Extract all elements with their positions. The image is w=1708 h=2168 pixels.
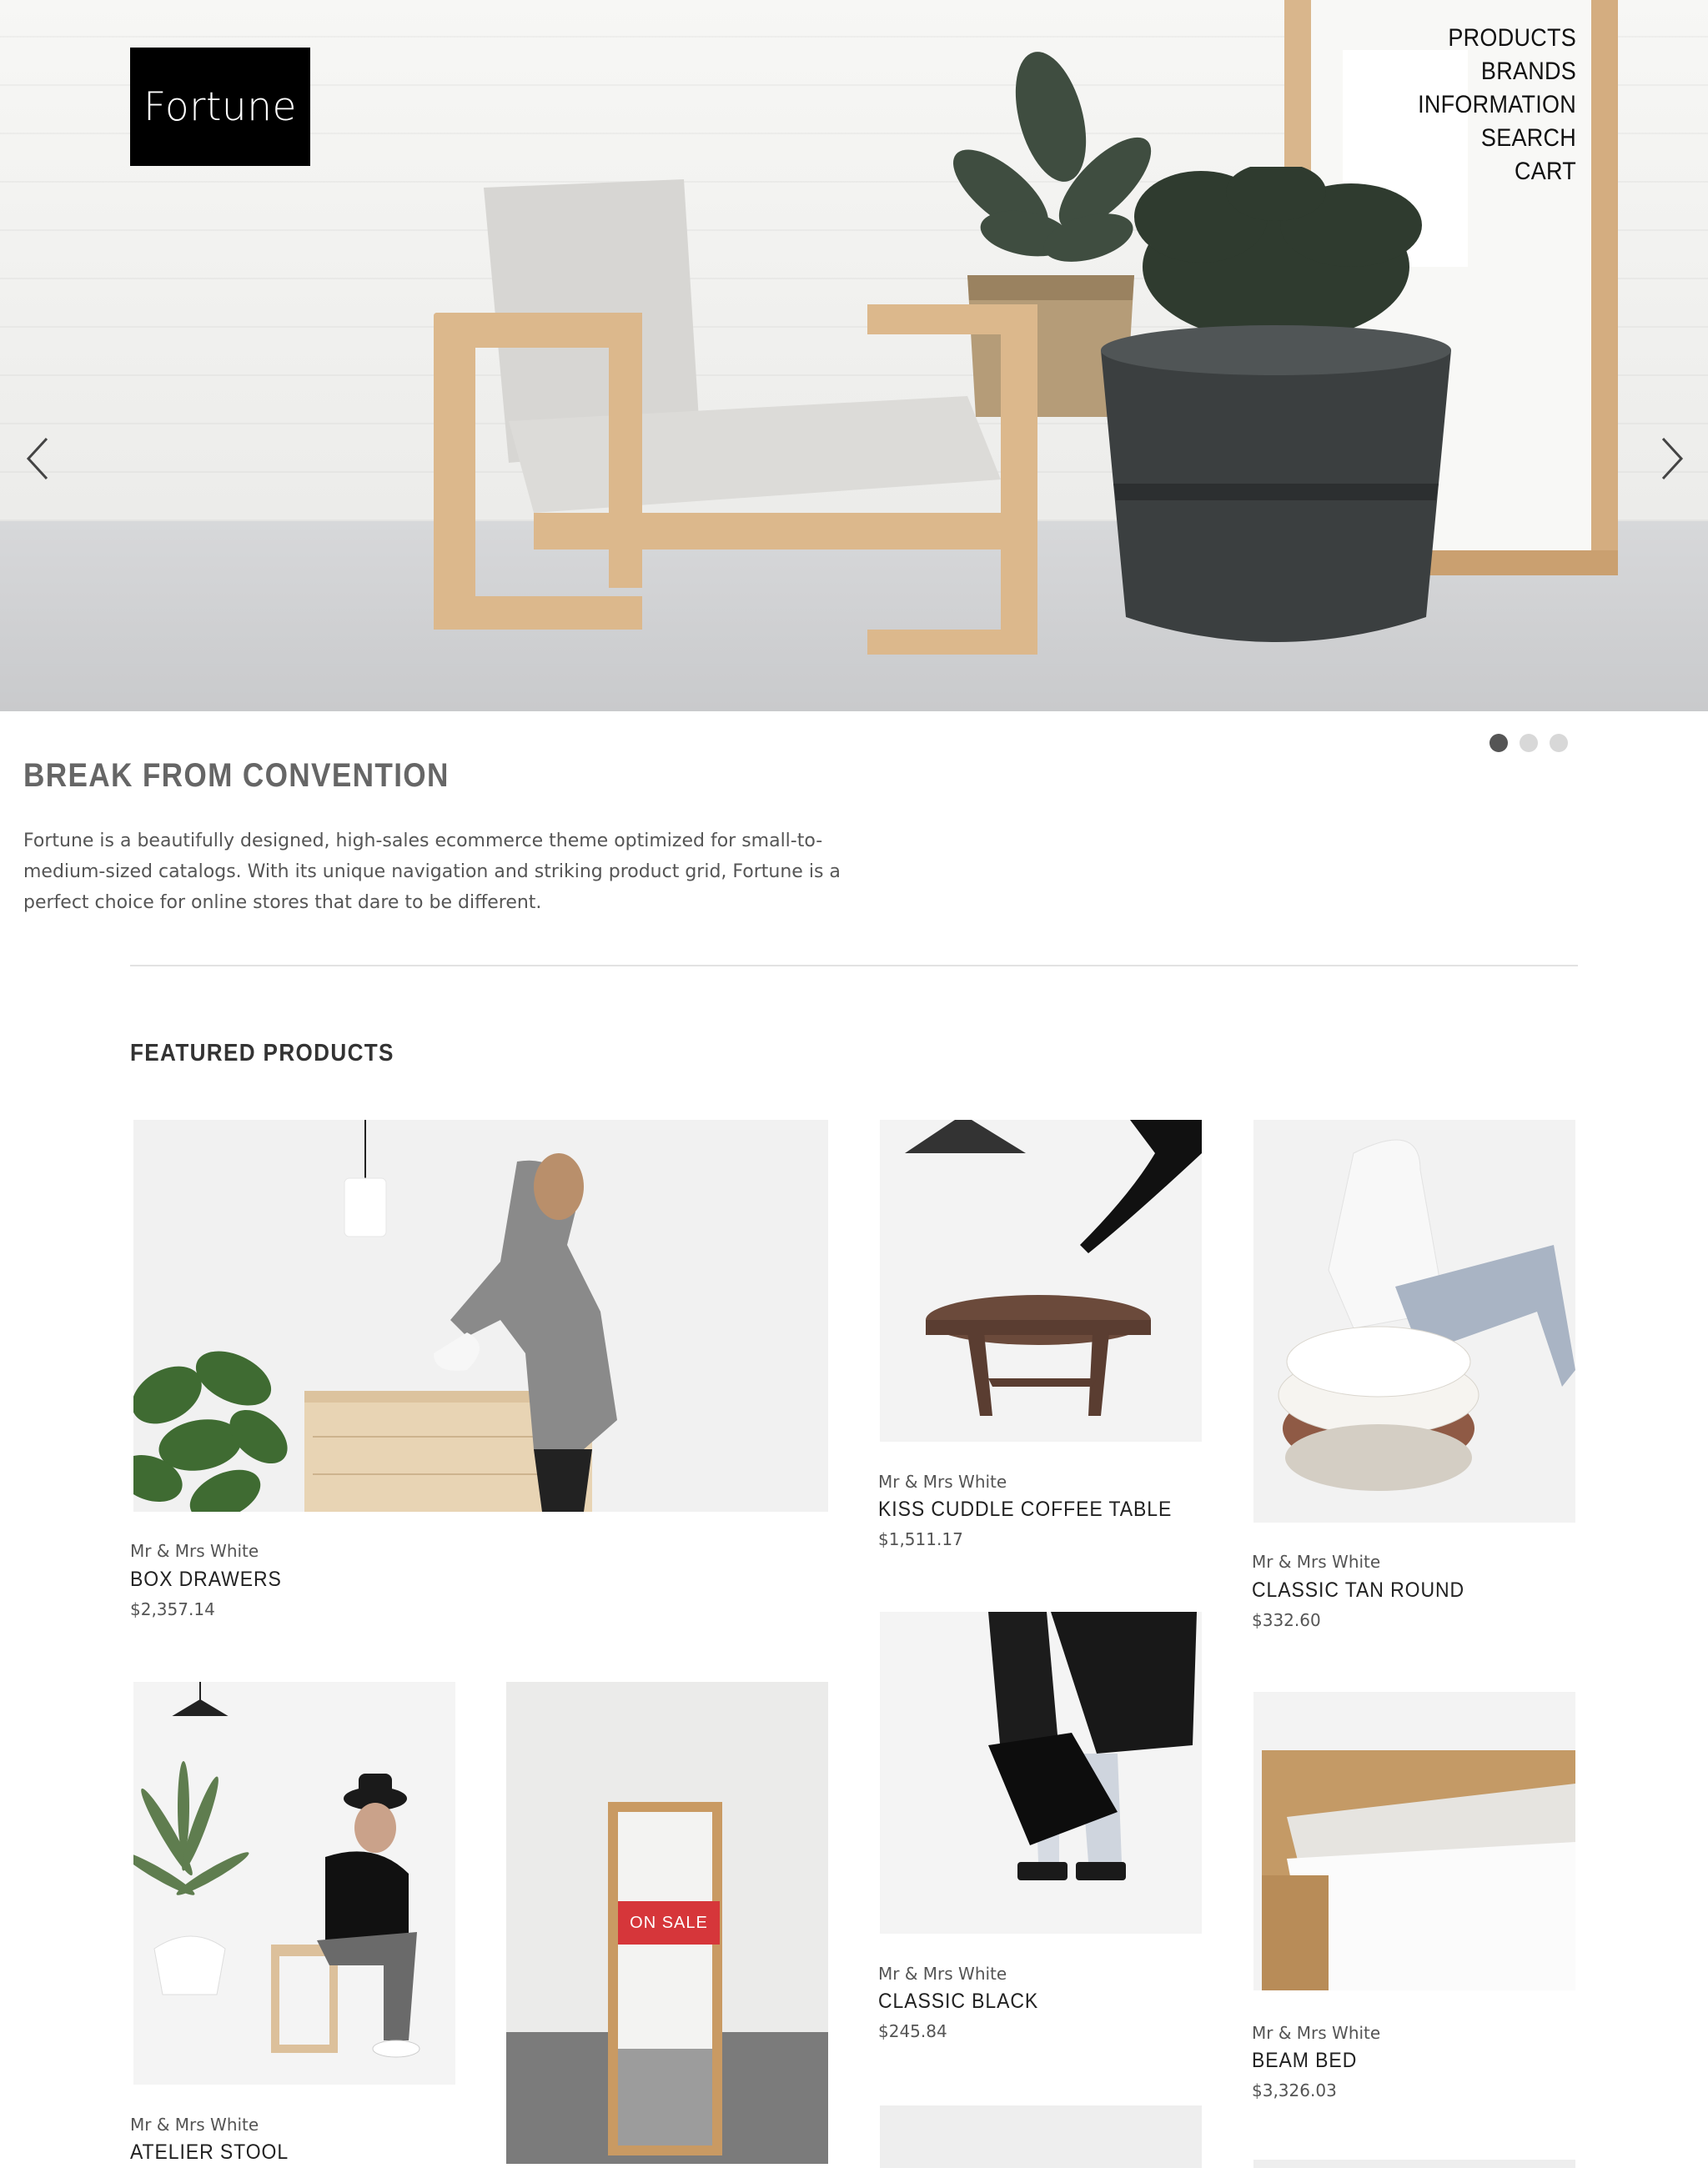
logo-text: Fortune xyxy=(143,83,297,130)
store-logo[interactable]: Fortune xyxy=(130,48,310,166)
armchair-image xyxy=(434,179,1037,655)
product-brand: Mr & Mrs White xyxy=(878,1964,1007,1984)
product-name[interactable]: BOX DRAWERS xyxy=(130,1568,282,1592)
section-divider xyxy=(130,965,1578,966)
product-image-beam-bed[interactable] xyxy=(1253,1692,1575,1990)
product-name[interactable]: CLASSIC BLACK xyxy=(878,1990,1038,2014)
slide-dot-2[interactable] xyxy=(1520,734,1538,752)
product-price: $2,357.14 xyxy=(130,1599,215,1619)
product-image-atelier-stool[interactable] xyxy=(133,1682,455,2085)
product-price: $332.60 xyxy=(1252,1610,1321,1630)
product-image-box-drawers[interactable] xyxy=(133,1120,828,1512)
nav-search[interactable]: SEARCH xyxy=(1418,122,1576,155)
chevron-right-icon xyxy=(1661,437,1684,480)
main-nav: PRODUCTS BRANDS INFORMATION SEARCH CART xyxy=(1400,22,1576,188)
chevron-left-icon xyxy=(26,437,48,480)
nav-products[interactable]: PRODUCTS xyxy=(1418,22,1576,55)
potted-plant-image xyxy=(1101,167,1451,642)
product-price: $1,511.17 xyxy=(878,1529,963,1549)
product-image-partial[interactable] xyxy=(880,2105,1202,2168)
product-brand: Mr & Mrs White xyxy=(878,1472,1007,1492)
nav-cart[interactable]: CART xyxy=(1418,155,1576,188)
product-image-coffee-table[interactable] xyxy=(880,1120,1202,1442)
on-sale-badge: ON SALE xyxy=(618,1901,720,1945)
product-brand: Mr & Mrs White xyxy=(130,1541,259,1561)
product-name[interactable]: ATELIER STOOL xyxy=(130,2140,289,2165)
slide-next-button[interactable] xyxy=(1655,434,1688,484)
product-brand: Mr & Mrs White xyxy=(1252,1552,1381,1572)
product-brand: Mr & Mrs White xyxy=(1252,2023,1381,2043)
slide-dot-3[interactable] xyxy=(1550,734,1568,752)
hero-slideshow: Fortune PRODUCTS BRANDS INFORMATION SEAR… xyxy=(0,0,1708,711)
nav-information[interactable]: INFORMATION xyxy=(1418,88,1576,122)
product-name[interactable]: CLASSIC TAN ROUND xyxy=(1252,1578,1464,1603)
product-image-classic-black[interactable] xyxy=(880,1612,1202,1934)
product-price: $245.84 xyxy=(878,2021,947,2041)
product-name[interactable]: KISS CUDDLE COFFEE TABLE xyxy=(878,1498,1172,1522)
slide-prev-button[interactable] xyxy=(22,434,55,484)
slide-pagination xyxy=(1489,734,1568,752)
product-brand: Mr & Mrs White xyxy=(130,2115,259,2135)
product-image-classic-tan-round[interactable] xyxy=(1253,1120,1575,1523)
product-name[interactable]: BEAM BED xyxy=(1252,2049,1357,2073)
slide-dot-1[interactable] xyxy=(1489,734,1508,752)
product-price: $3,326.03 xyxy=(1252,2080,1337,2100)
product-image-partial[interactable] xyxy=(1253,2160,1575,2168)
featured-products-title: FEATURED PRODUCTS xyxy=(130,1040,394,1066)
slide-title: BREAK FROM CONVENTION xyxy=(23,757,450,794)
slide-description: Fortune is a beautifully designed, high-… xyxy=(23,831,841,913)
nav-brands[interactable]: BRANDS xyxy=(1418,55,1576,88)
